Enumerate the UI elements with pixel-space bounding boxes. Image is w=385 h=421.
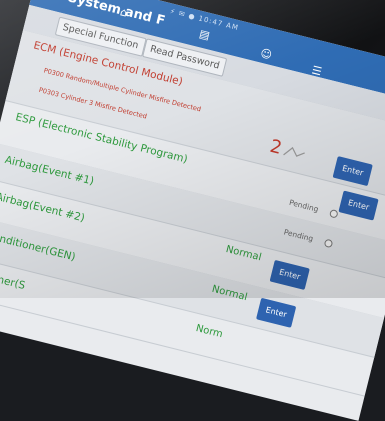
pending-dot-icon [328, 208, 339, 219]
enter-button-ecm[interactable]: Enter [332, 156, 373, 187]
status-text: Normal [210, 283, 249, 304]
status-text: Normal [224, 243, 263, 264]
enter-button-conditioner-gen[interactable]: Enter [256, 297, 297, 328]
enter-button-airbag-2[interactable]: Enter [269, 259, 310, 290]
status-text: Norm [194, 323, 224, 341]
status-text: Pending [288, 197, 320, 214]
status-text: Pending [282, 227, 315, 244]
signal-wave-icon [283, 146, 305, 157]
enter-button-esp[interactable]: Enter [338, 190, 379, 221]
diagnostic-screen: ⚡ ✉ ● 10:47 AM System and F Special Func… [0, 0, 385, 421]
system-name: nditioner(S [0, 266, 27, 293]
pending-dot-icon [323, 238, 334, 249]
